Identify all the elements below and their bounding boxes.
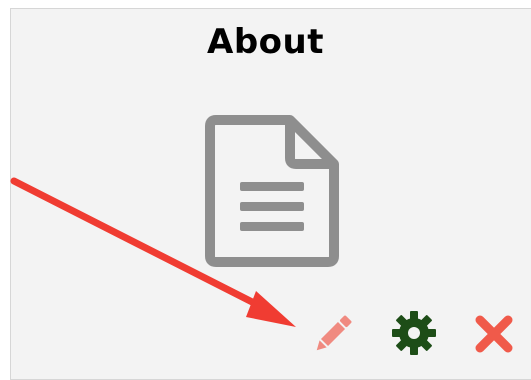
gear-icon[interactable] [390,309,438,357]
close-icon[interactable] [474,314,514,354]
document-icon [205,115,339,267]
pencil-icon[interactable] [309,310,357,358]
card-title: About [207,22,324,62]
